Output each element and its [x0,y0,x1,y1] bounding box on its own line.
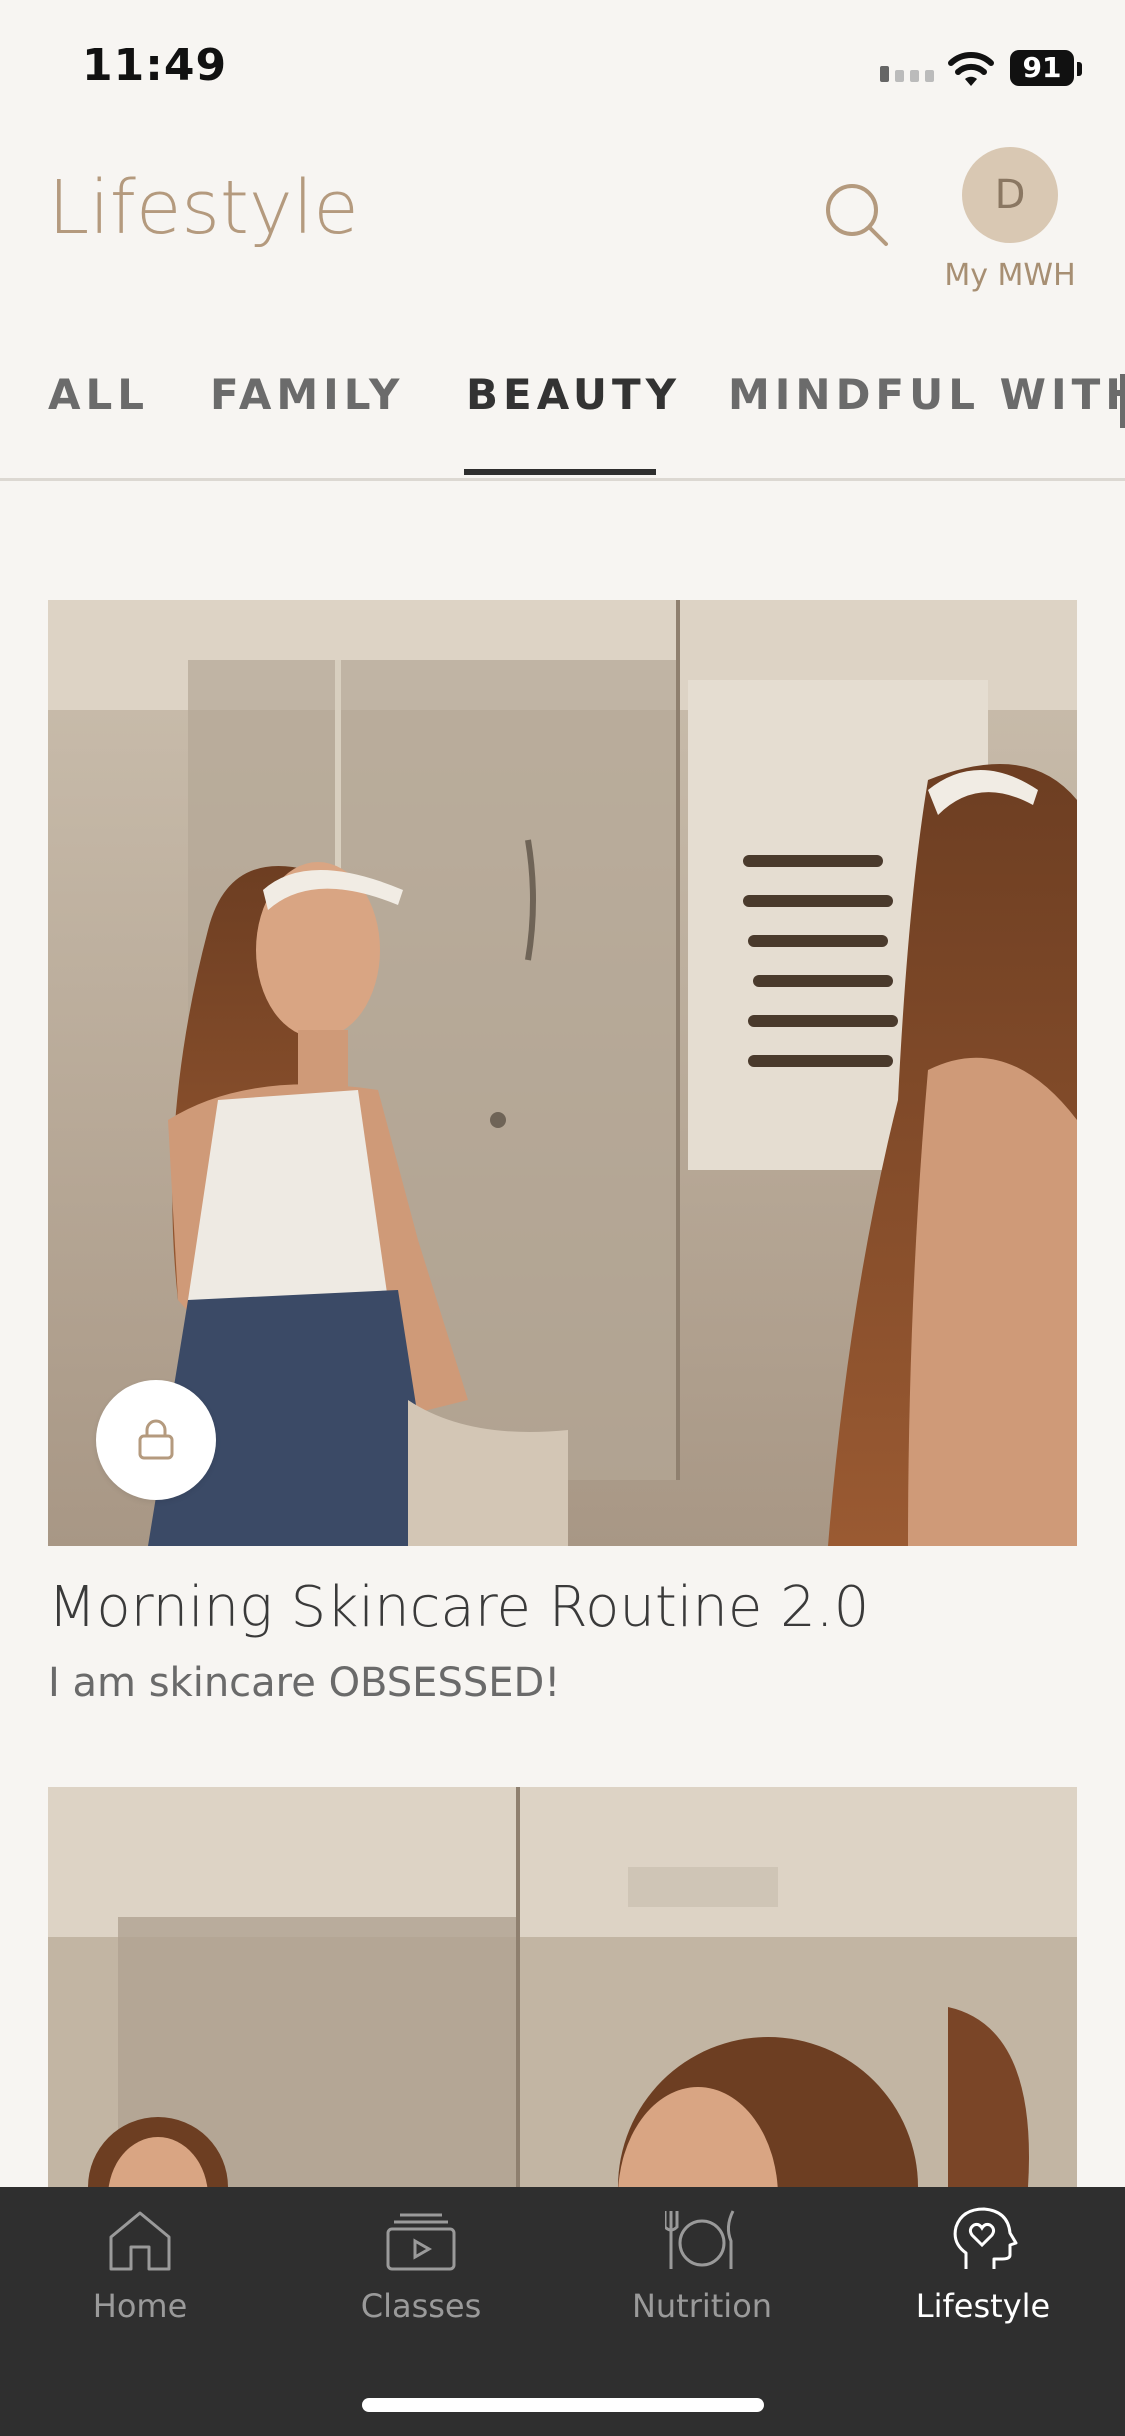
card-title[interactable]: Morning Skincare Routine 2.0 [48,1575,869,1640]
classes-icon [386,2213,456,2271]
search-button[interactable] [822,180,892,250]
nav-lifestyle-label: Lifestyle [915,2287,1051,2325]
card-subtitle: I am skincare OBSESSED! [48,1660,561,1706]
nav-nutrition-label: Nutrition [631,2287,773,2325]
nav-classes[interactable]: Classes [281,2207,561,2325]
locked-badge [96,1380,216,1500]
search-icon [826,184,888,246]
nav-lifestyle[interactable]: Lifestyle [843,2207,1123,2325]
bathroom-photo-2 [48,1787,1077,2187]
tab-family[interactable]: FAMILY [210,370,404,419]
nutrition-icon [665,2210,735,2269]
battery-tip [1077,62,1082,76]
home-icon [109,2211,171,2271]
active-tab-indicator [464,469,656,475]
page-title: Lifestyle [48,165,359,251]
cellular-signal-icon [880,66,934,82]
tab-beauty[interactable]: BEAUTY [466,370,681,419]
tab-all[interactable]: ALL [48,370,149,419]
nav-classes-label: Classes [360,2287,482,2325]
status-time: 11:49 [82,40,228,91]
avatar[interactable]: D [962,147,1058,243]
tab-overflow-edge [1120,374,1125,428]
wifi-icon [948,52,994,86]
category-tabs: ALL FAMILY BEAUTY MINDFUL WITH [0,360,1125,481]
lock-icon [138,1419,174,1460]
battery-icon: 91 [1010,50,1074,86]
nav-nutrition[interactable]: Nutrition [562,2207,842,2325]
nav-home[interactable]: Home [0,2207,280,2325]
card-image-second[interactable] [48,1787,1077,2187]
status-bar: 11:49 91 [0,0,1125,140]
home-indicator[interactable] [362,2398,764,2412]
tab-mindful-with[interactable]: MINDFUL WITH [728,370,1125,419]
nav-home-label: Home [92,2287,188,2325]
lifestyle-icon [953,2207,1018,2269]
avatar-label[interactable]: My MWH [920,258,1100,293]
